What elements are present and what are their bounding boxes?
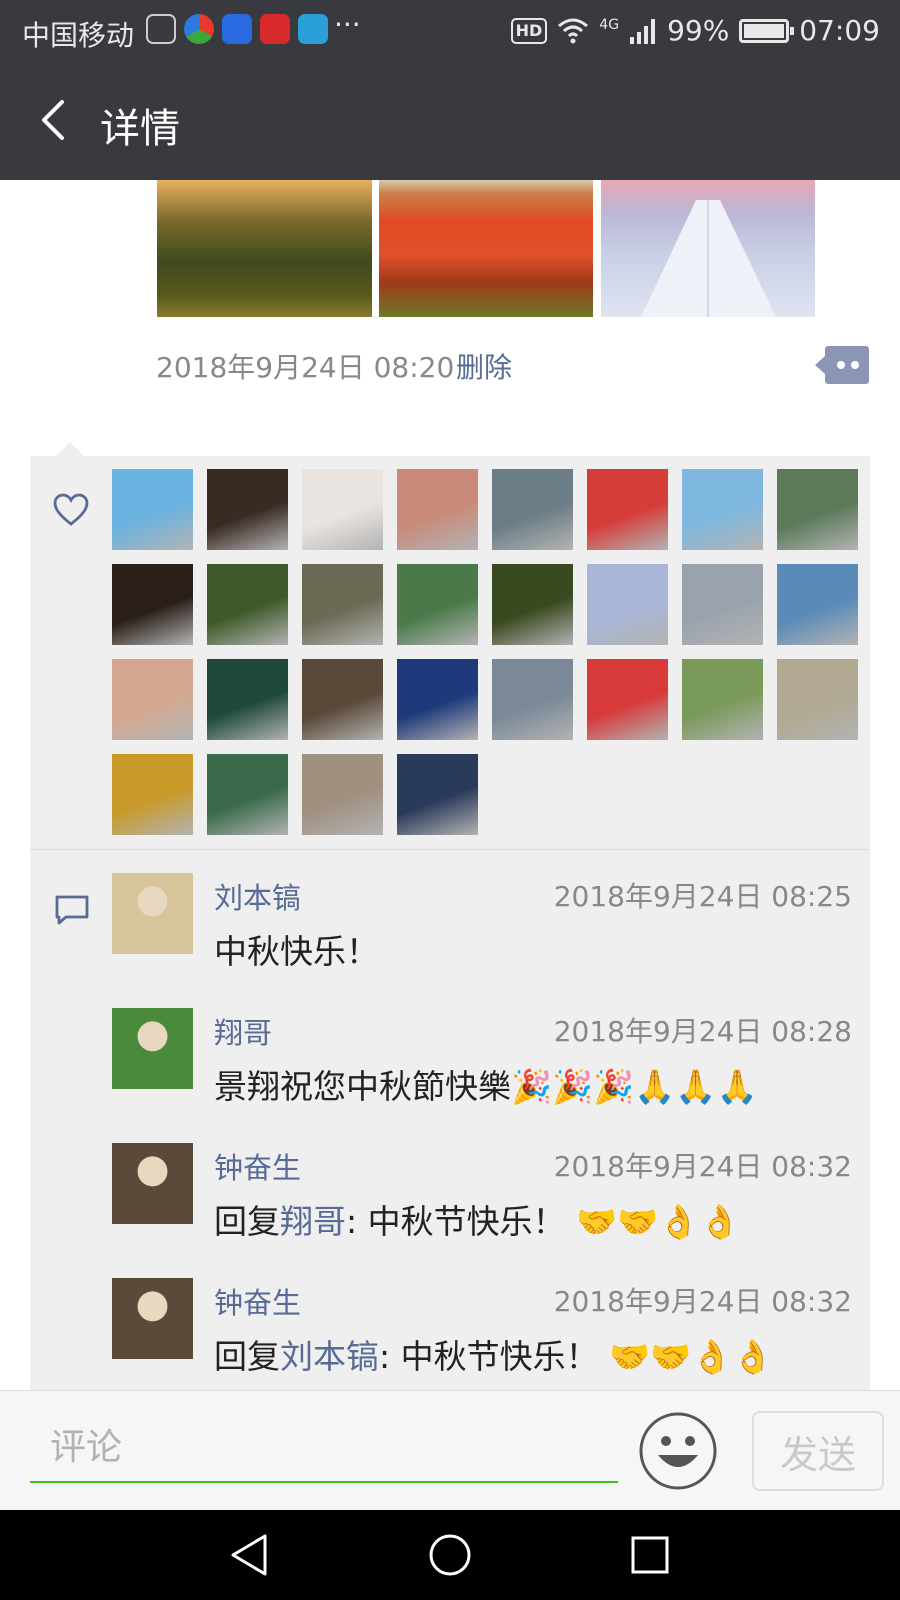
- comment-time: 2018年9月24日 08:25: [553, 880, 852, 913]
- reply-body: : 中秋节快乐！ 🤝🤝👌👌: [379, 1337, 774, 1376]
- page-title: 详情: [100, 106, 180, 152]
- comment-action-icon[interactable]: [815, 346, 869, 384]
- nav-home-icon[interactable]: [425, 1530, 475, 1580]
- commenter-name[interactable]: 钟奋生: [214, 1280, 301, 1322]
- like-avatar[interactable]: [587, 659, 668, 740]
- reply-to-name[interactable]: 刘本镐: [280, 1337, 379, 1376]
- like-avatar[interactable]: [397, 564, 478, 645]
- reply-prefix: 回复: [214, 1202, 280, 1241]
- notification-icons: [146, 14, 328, 44]
- moment-timestamp: 2018年9月24日 08:20: [156, 351, 455, 384]
- avatar[interactable]: [112, 1143, 193, 1224]
- header-bar: 详情: [0, 62, 900, 180]
- like-avatar[interactable]: [302, 564, 383, 645]
- telegram-icon: [298, 14, 328, 44]
- commenter-name[interactable]: 翔哥: [214, 1010, 272, 1052]
- like-avatar[interactable]: [682, 564, 763, 645]
- like-avatar[interactable]: [112, 469, 193, 550]
- like-avatar[interactable]: [397, 754, 478, 835]
- comment-item[interactable]: 翔哥 2018年9月24日 08:28 景翔祝您中秋節快樂🎉🎉🎉🙏🙏🙏: [112, 1008, 852, 1118]
- carrier-label: 中国移动: [22, 19, 135, 52]
- comment-icon: [55, 895, 89, 925]
- comment-text: 回复刘本镐: 中秋节快乐！ 🤝🤝👌👌: [214, 1330, 773, 1378]
- moment-photo-tulips[interactable]: [379, 180, 593, 317]
- like-avatar[interactable]: [492, 659, 573, 740]
- divider: [30, 849, 870, 850]
- browser-icon: [184, 14, 214, 44]
- moment-photo-pier[interactable]: [601, 180, 815, 317]
- like-avatar[interactable]: [112, 659, 193, 740]
- comment-item[interactable]: 钟奋生 2018年9月24日 08:32 回复刘本镐: 中秋节快乐！ 🤝🤝👌👌: [112, 1278, 852, 1388]
- like-avatar[interactable]: [207, 754, 288, 835]
- pier-illustration: [641, 200, 776, 317]
- signal-type-label: 4G: [599, 16, 620, 33]
- comment-time: 2018年9月24日 08:28: [553, 1015, 852, 1048]
- emoji-icon[interactable]: [638, 1411, 718, 1491]
- comment-time: 2018年9月24日 08:32: [553, 1285, 852, 1318]
- delete-link[interactable]: 删除: [456, 346, 512, 386]
- more-notifications-icon: ···: [334, 8, 361, 41]
- signal-icon: [630, 18, 656, 44]
- wifi-icon: [558, 18, 589, 43]
- like-avatar[interactable]: [302, 659, 383, 740]
- like-avatar[interactable]: [492, 564, 573, 645]
- like-avatar[interactable]: [777, 469, 858, 550]
- comment-text: 景翔祝您中秋節快樂🎉🎉🎉🙏🙏🙏: [214, 1067, 758, 1106]
- comment-item[interactable]: 刘本镐 2018年9月24日 08:25 中秋快乐！: [112, 873, 852, 983]
- reply-to-name[interactable]: 翔哥: [280, 1202, 346, 1241]
- commenter-name[interactable]: 刘本镐: [214, 875, 301, 917]
- clock: 07:09: [799, 14, 880, 47]
- comment-input-bar: 发送: [0, 1390, 900, 1510]
- like-avatar[interactable]: [397, 659, 478, 740]
- avatar[interactable]: [112, 1008, 193, 1089]
- avatar[interactable]: [112, 1278, 193, 1359]
- heart-icon: [53, 493, 89, 526]
- comment-time: 2018年9月24日 08:32: [553, 1150, 852, 1183]
- vpn-icon: [146, 14, 176, 44]
- like-avatar[interactable]: [207, 564, 288, 645]
- like-avatar[interactable]: [207, 659, 288, 740]
- battery-percent: 99%: [667, 14, 730, 47]
- like-avatar[interactable]: [492, 469, 573, 550]
- status-bar: 中国移动 ··· HD 4G 99% 07:09: [0, 0, 900, 62]
- send-button[interactable]: 发送: [752, 1411, 884, 1491]
- video-icon: [260, 14, 290, 44]
- like-avatar[interactable]: [112, 754, 193, 835]
- avatar[interactable]: [112, 873, 193, 954]
- like-avatar[interactable]: [112, 564, 193, 645]
- comment-input[interactable]: [30, 1413, 618, 1483]
- baidu-icon: [222, 14, 252, 44]
- status-right: HD 4G 99% 07:09: [510, 14, 880, 47]
- reply-body: : 中秋节快乐！ 🤝🤝👌👌: [346, 1202, 741, 1241]
- like-avatar[interactable]: [682, 659, 763, 740]
- moment-photo-mountain[interactable]: [157, 180, 372, 317]
- panel-pointer: [56, 442, 84, 456]
- like-avatar[interactable]: [777, 564, 858, 645]
- comment-item[interactable]: 钟奋生 2018年9月24日 08:32 回复翔哥: 中秋节快乐！ 🤝🤝👌👌: [112, 1143, 852, 1253]
- commenter-name[interactable]: 钟奋生: [214, 1145, 301, 1187]
- battery-level: [744, 23, 785, 38]
- like-avatar[interactable]: [777, 659, 858, 740]
- nav-recents-icon[interactable]: [625, 1530, 675, 1580]
- like-avatar[interactable]: [302, 469, 383, 550]
- like-avatar[interactable]: [587, 564, 668, 645]
- like-avatar[interactable]: [207, 469, 288, 550]
- hd-badge: HD: [510, 17, 548, 44]
- comment-text: 中秋快乐！: [214, 932, 379, 971]
- reply-prefix: 回复: [214, 1337, 280, 1376]
- comment-text: 回复翔哥: 中秋节快乐！ 🤝🤝👌👌: [214, 1195, 740, 1243]
- like-avatar[interactable]: [302, 754, 383, 835]
- nav-back-icon[interactable]: [225, 1530, 275, 1580]
- battery-icon: [739, 18, 795, 43]
- like-avatar[interactable]: [682, 469, 763, 550]
- back-arrow-icon[interactable]: [28, 92, 84, 148]
- like-avatar[interactable]: [587, 469, 668, 550]
- like-avatar[interactable]: [397, 469, 478, 550]
- system-nav-bar: [0, 1510, 900, 1600]
